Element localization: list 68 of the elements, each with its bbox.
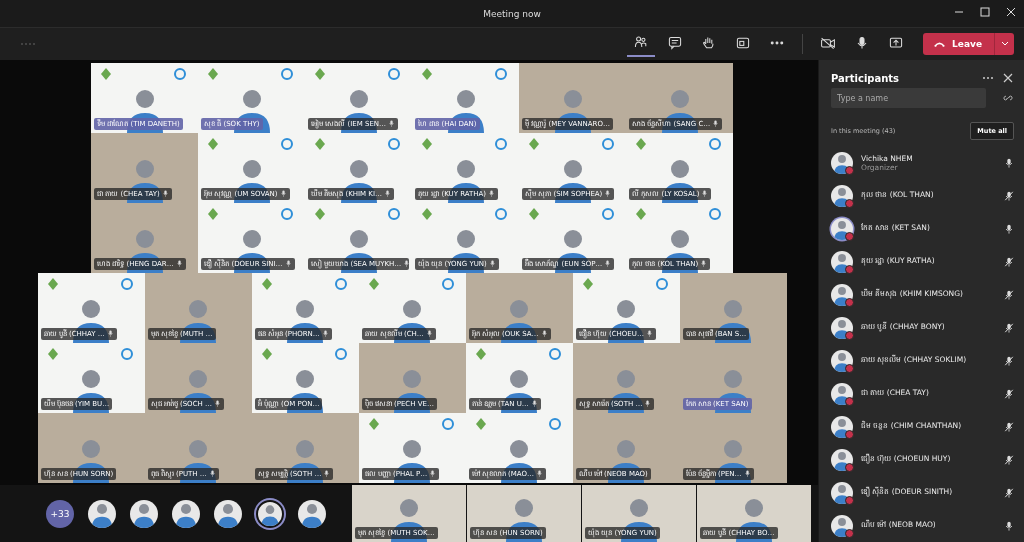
circle-logo-icon [281,137,293,150]
circle-logo-icon [441,277,454,290]
diamond-logo-icon [529,137,539,150]
circle-logo-icon [120,347,133,360]
leave-button[interactable]: Leave [923,33,994,55]
diamond-logo-icon [368,417,379,430]
circle-logo-icon [120,277,133,290]
diamond-logo-icon [529,207,539,220]
window-title: Meeting now [483,8,541,19]
diamond-logo-icon [582,277,593,290]
share-screen-icon [888,35,905,51]
caret-icon [1000,41,1009,47]
drag-handle-icon [20,41,38,47]
diamond-logo-icon [422,67,432,80]
close-icon[interactable] [1002,72,1014,84]
participant-avatar[interactable] [130,499,158,528]
circle-logo-icon [495,67,507,80]
circle-logo-icon [495,207,507,220]
diamond-logo-icon [422,137,432,150]
participant-avatar[interactable] [298,499,326,528]
circle-logo-icon [174,67,186,80]
circle-logo-icon [281,67,293,80]
diamond-logo-icon [47,347,58,360]
participant-avatar[interactable] [172,499,200,528]
circle-logo-icon [602,207,614,220]
diamond-logo-icon [208,207,218,220]
circle-logo-icon [548,417,561,430]
diamond-logo-icon [315,67,325,80]
participant-avatar[interactable] [256,499,284,528]
diamond-logo-icon [101,67,111,80]
diamond-logo-icon [208,137,218,150]
diamond-logo-icon [475,347,486,360]
diamond-logo-icon [208,67,218,80]
diamond-logo-icon [261,277,272,290]
circle-logo-icon [388,67,400,80]
circle-logo-icon [388,137,400,150]
rooms-icon [735,35,752,51]
chat-icon [667,35,684,51]
circle-logo-icon [334,277,347,290]
diamond-logo-icon [261,347,272,360]
participant-avatar[interactable] [214,499,242,528]
circle-logo-icon [495,137,507,150]
circle-logo-icon [709,137,721,150]
link-icon[interactable] [1002,92,1014,104]
close-icon[interactable] [1004,5,1018,19]
circle-logo-icon [388,207,400,220]
participant-avatar[interactable] [88,499,116,528]
diamond-logo-icon [368,277,379,290]
circle-logo-icon [548,347,561,360]
circle-logo-icon [334,347,347,360]
diamond-logo-icon [475,417,486,430]
diamond-logo-icon [422,207,432,220]
circle-logo-icon [655,277,668,290]
maximize-icon[interactable] [978,5,992,19]
search-field[interactable]: Type a name [831,88,986,108]
camera-off-icon [820,35,837,51]
circle-logo-icon [602,137,614,150]
panel-title: Participants [831,72,901,84]
diamond-logo-icon [636,137,646,150]
phone-icon [933,40,947,48]
diamond-logo-icon [315,137,325,150]
diamond-logo-icon [315,207,325,220]
diamond-logo-icon [636,207,646,220]
circle-logo-icon [441,417,454,430]
diamond-logo-icon [47,277,58,290]
circle-logo-icon [709,207,721,220]
circle-logo-icon [281,207,293,220]
more-participants-count[interactable]: +33 [46,499,74,528]
